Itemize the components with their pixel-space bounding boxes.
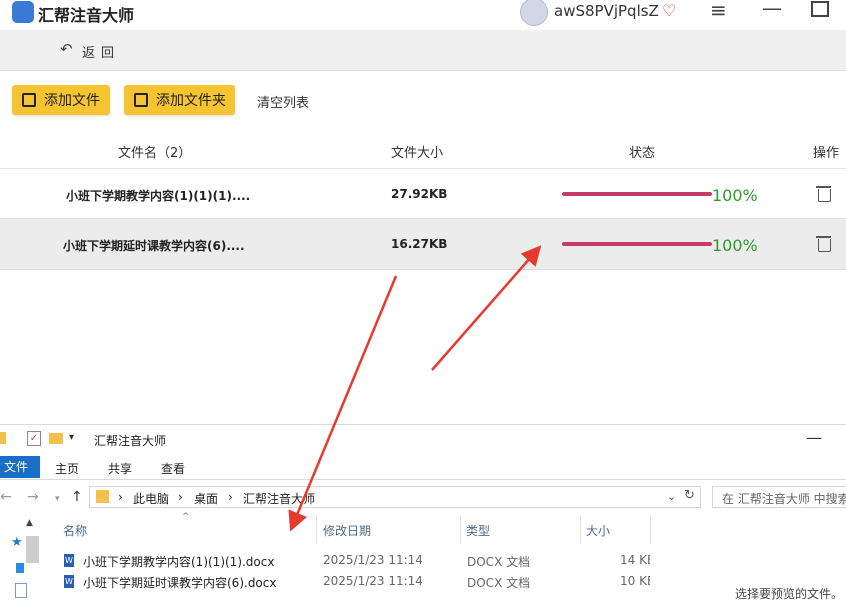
nav-document-icon[interactable]	[15, 583, 27, 598]
progress-bar	[562, 242, 712, 246]
ribbon-divider	[0, 479, 846, 480]
file-size: 16.27KB	[391, 237, 448, 251]
delete-icon[interactable]	[816, 186, 831, 202]
explorer-file-name[interactable]: 小班下学期教学内容(1)(1)(1).docx	[83, 553, 274, 570]
quick-access-dropdown-icon[interactable]: ▾	[69, 432, 74, 443]
explorer-search-input[interactable]: 在 汇帮注音大师 中搜索	[712, 486, 846, 508]
add-folder-label: 添加文件夹	[156, 93, 226, 109]
nav-forward-icon[interactable]: →	[27, 489, 39, 505]
add-file-icon	[22, 93, 36, 107]
column-modified[interactable]: 修改日期	[323, 522, 371, 539]
breadcrumb-current-folder[interactable]: 汇帮注音大师	[243, 490, 315, 507]
explorer-file-modified: 2025/1/23 11:14	[323, 553, 423, 567]
column-divider[interactable]	[650, 516, 651, 544]
sort-up-icon: ^	[182, 512, 190, 522]
add-file-label: 添加文件	[44, 93, 100, 109]
explorer-file-type: DOCX 文档	[467, 555, 531, 569]
docx-file-icon: W	[64, 554, 74, 567]
delete-icon[interactable]	[816, 236, 831, 252]
column-name[interactable]: 名称	[63, 522, 87, 539]
column-divider[interactable]	[316, 516, 317, 544]
column-header-size: 文件大小	[391, 146, 444, 161]
explorer-minimize-icon[interactable]: —	[806, 428, 822, 447]
column-header-action: 操作	[813, 146, 840, 161]
maximize-icon[interactable]	[811, 1, 829, 17]
scroll-up-icon[interactable]: ▲	[26, 518, 33, 528]
clear-list-button[interactable]: 清空列表	[257, 92, 309, 111]
progress-percent: 100%	[712, 236, 758, 255]
quick-access-star-icon[interactable]: ★	[11, 535, 23, 550]
nav-pane-scrollbar[interactable]	[26, 536, 39, 563]
username[interactable]: awS8PVjPqlsZ	[554, 2, 659, 20]
explorer-file-modified: 2025/1/23 11:14	[323, 574, 423, 588]
minimize-icon[interactable]: —	[762, 0, 782, 20]
ribbon-tab-file[interactable]: 文件	[0, 456, 40, 478]
properties-check-icon[interactable]: ✓	[27, 431, 41, 446]
ribbon-tab-view[interactable]: 查看	[161, 460, 185, 477]
refresh-icon[interactable]: ↻	[684, 488, 695, 503]
breadcrumb-desktop[interactable]: 桌面	[194, 490, 218, 507]
address-folder-icon	[96, 490, 109, 503]
column-header-name: 文件名（2）	[118, 146, 192, 161]
ribbon-tab-home[interactable]: 主页	[55, 460, 79, 477]
menu-icon[interactable]: ≡	[710, 0, 727, 22]
add-file-button[interactable]: 添加文件	[12, 85, 110, 115]
column-size[interactable]: 大小	[586, 522, 610, 539]
app-logo-icon	[12, 1, 34, 23]
progress-percent: 100%	[712, 186, 758, 205]
column-header-status: 状态	[629, 146, 656, 161]
nav-back-icon[interactable]: ←	[0, 489, 12, 505]
breadcrumb-this-pc[interactable]: 此电脑	[133, 490, 169, 507]
nav-recent-dropdown-icon[interactable]: ▾	[55, 494, 60, 504]
nav-up-icon[interactable]: ↑	[71, 489, 83, 505]
explorer-file-size: 10 KB	[620, 574, 650, 588]
add-folder-icon	[134, 93, 148, 107]
vip-diamond-icon[interactable]: ♡	[662, 1, 676, 20]
column-divider[interactable]	[580, 516, 581, 544]
address-dropdown-icon[interactable]: ⌄	[667, 490, 676, 503]
column-divider[interactable]	[460, 516, 461, 544]
back-arrow-icon[interactable]: ↶	[60, 40, 73, 58]
explorer-file-type: DOCX 文档	[467, 576, 531, 590]
explorer-file-name[interactable]: 小班下学期延时课教学内容(6).docx	[83, 574, 276, 591]
breadcrumb-chevron-icon[interactable]: ›	[118, 490, 123, 504]
app-title: 汇帮注音大师	[38, 6, 135, 25]
breadcrumb-chevron-icon[interactable]: ›	[228, 490, 233, 504]
back-bar	[0, 30, 846, 71]
add-folder-button[interactable]: 添加文件夹	[124, 85, 235, 115]
column-type[interactable]: 类型	[466, 522, 490, 539]
explorer-file-size: 14 KB	[620, 553, 650, 567]
quick-access-folder-icon[interactable]	[0, 432, 6, 444]
ribbon-tab-share[interactable]: 共享	[108, 460, 132, 477]
file-name: 小班下学期教学内容(1)(1)(1)....	[66, 189, 251, 203]
nav-item-icon[interactable]	[16, 563, 24, 573]
progress-bar	[562, 192, 712, 196]
explorer-title: 汇帮注音大师	[94, 434, 167, 448]
docx-file-icon: W	[64, 575, 74, 588]
file-name: 小班下学期延时课教学内容(6)....	[63, 239, 245, 253]
file-size: 27.92KB	[391, 187, 448, 201]
new-folder-icon[interactable]	[49, 433, 63, 444]
breadcrumb-chevron-icon[interactable]: ›	[178, 490, 183, 504]
preview-pane-message: 选择要预览的文件。	[735, 587, 844, 601]
back-button[interactable]: 返回	[82, 42, 120, 61]
